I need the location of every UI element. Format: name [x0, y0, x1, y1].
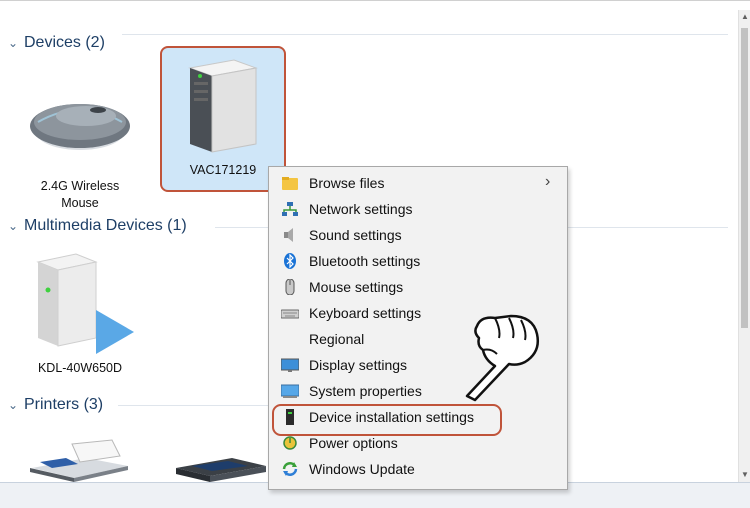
- group-title-printers: Printers (3): [24, 396, 104, 413]
- fax-printer-icon: [30, 439, 128, 482]
- group-header-multimedia[interactable]: ⌄ Multimedia Devices (1): [6, 215, 187, 237]
- device-name-line1: 2.4G Wireless: [40, 179, 120, 193]
- menu-item-label: Windows Update: [309, 461, 415, 477]
- chevron-down-icon: ⌄: [7, 219, 19, 233]
- menu-item-label: System properties: [309, 383, 422, 399]
- menu-item-label: Sound settings: [309, 227, 402, 243]
- device-tile-media[interactable]: KDL-40W650D: [24, 250, 136, 382]
- menu-item-label: Regional: [309, 331, 365, 347]
- menu-item-label: Power options: [309, 435, 398, 451]
- folder-icon: [282, 177, 298, 190]
- chevron-right-icon: ›: [545, 173, 551, 190]
- divider: [118, 405, 268, 406]
- mouse-icon: [285, 279, 295, 295]
- menu-item-label: Bluetooth settings: [309, 253, 421, 269]
- menu-item-label: Keyboard settings: [309, 305, 422, 321]
- group-header-printers[interactable]: ⌄ Printers (3): [6, 394, 103, 416]
- speaker-icon: [284, 228, 293, 242]
- vertical-scrollbar[interactable]: ▲ ▼: [738, 10, 750, 482]
- device-tile-mouse[interactable]: 2.4G Wireless Mouse: [24, 80, 136, 210]
- power-icon: [283, 436, 297, 450]
- highlight-annotation: [272, 404, 502, 436]
- scroll-up-arrow-icon[interactable]: ▲: [739, 10, 750, 24]
- device-tile-printer[interactable]: [172, 454, 268, 482]
- wireless-mouse-icon: [30, 104, 130, 150]
- device-name-line2: Mouse: [61, 196, 99, 210]
- device-name: VAC171219: [189, 163, 257, 177]
- menu-item-network-settings[interactable]: Network settings: [269, 196, 567, 222]
- group-title-multimedia: Multimedia Devices (1): [24, 217, 187, 234]
- network-icon: [282, 202, 298, 216]
- menu-item-windows-update[interactable]: Windows Update: [269, 456, 567, 482]
- menu-item-label: Mouse settings: [309, 279, 404, 295]
- bluetooth-icon: [284, 253, 296, 269]
- menu-item-label: Network settings: [309, 201, 413, 217]
- chevron-down-icon: ⌄: [7, 36, 19, 50]
- group-header-devices[interactable]: ⌄ Devices (2): [6, 32, 105, 54]
- scroll-down-arrow-icon[interactable]: ▼: [739, 468, 750, 482]
- printer-icon: [176, 458, 266, 482]
- group-title-devices: Devices (2): [24, 34, 105, 51]
- pointing-hand-icon: [465, 314, 539, 402]
- keyboard-icon: [281, 309, 299, 319]
- device-tile-printer[interactable]: [26, 438, 134, 482]
- windows-update-icon: [282, 462, 298, 476]
- media-device-icon: [36, 253, 134, 354]
- system-icon: [281, 384, 299, 398]
- menu-item-label: Browse files: [309, 175, 385, 191]
- scroll-thumb[interactable]: [741, 28, 748, 328]
- computer-tower-icon: [188, 59, 258, 153]
- display-icon: [281, 358, 299, 372]
- menu-item-mouse-settings[interactable]: Mouse settings: [269, 274, 567, 300]
- menu-item-bluetooth-settings[interactable]: Bluetooth settings: [269, 248, 567, 274]
- device-name: KDL-40W650D: [37, 361, 123, 375]
- menu-item-sound-settings[interactable]: Sound settings: [269, 222, 567, 248]
- chevron-down-icon: ⌄: [7, 398, 19, 412]
- menu-item-browse-files[interactable]: Browse files ›: [269, 170, 567, 196]
- menu-item-label: Display settings: [309, 357, 408, 373]
- divider: [122, 34, 728, 35]
